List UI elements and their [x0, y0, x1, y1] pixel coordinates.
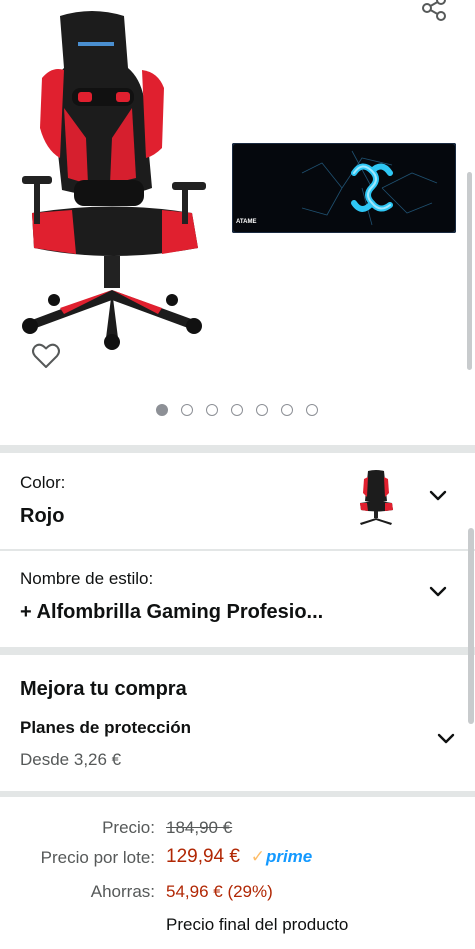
- final-price-note: Precio final del producto: [166, 915, 349, 934]
- list-price-value: 184,90 €: [166, 818, 233, 837]
- deal-price-label: Precio por lote:: [40, 848, 155, 867]
- carousel-dot[interactable]: [156, 404, 168, 416]
- list-price-row: Precio: 184,90 €: [0, 818, 475, 842]
- prime-check-icon: ✓: [250, 847, 265, 866]
- carousel-dot[interactable]: [206, 404, 218, 416]
- mousepad-image[interactable]: ATAME: [232, 143, 456, 233]
- chevron-down-icon[interactable]: [436, 732, 456, 746]
- savings-row: Ahorras: 54,96 € (29%): [0, 882, 475, 906]
- style-value: + Alfombrilla Gaming Profesio...: [20, 601, 324, 623]
- protection-plan-title[interactable]: Planes de protección: [20, 718, 191, 738]
- image-carousel-dots[interactable]: [156, 404, 318, 416]
- mousepad-logo-text: ATAME: [236, 219, 256, 225]
- carousel-dot[interactable]: [256, 404, 268, 416]
- carousel-dot[interactable]: [306, 404, 318, 416]
- section-divider: [0, 791, 475, 797]
- style-label: Nombre de estilo:: [20, 569, 154, 588]
- protection-plan-price: Desde 3,26 €: [20, 750, 122, 769]
- savings-value: 54,96 € (29%): [166, 882, 273, 901]
- share-icon[interactable]: [420, 0, 448, 22]
- color-value: Rojo: [20, 505, 65, 527]
- prime-badge-text: prime: [265, 847, 313, 866]
- section-divider: [0, 647, 475, 655]
- style-selector[interactable]: Nombre de estilo: + Alfombrilla Gaming P…: [0, 551, 475, 647]
- section-divider: [0, 445, 475, 453]
- color-selector[interactable]: Color: Rojo: [0, 453, 475, 549]
- carousel-dot[interactable]: [281, 404, 293, 416]
- chair-thumbnail-image: [360, 470, 393, 525]
- list-price-label: Precio:: [102, 818, 155, 837]
- carousel-dot[interactable]: [231, 404, 243, 416]
- product-image-gallery[interactable]: ATAME: [0, 0, 475, 445]
- upgrade-title: Mejora tu compra: [20, 678, 187, 700]
- chevron-down-icon[interactable]: [428, 585, 448, 599]
- carousel-dot[interactable]: [181, 404, 193, 416]
- color-label: Color:: [20, 473, 66, 492]
- page-scrollbar[interactable]: [468, 528, 474, 724]
- heart-outline-icon[interactable]: [30, 340, 62, 372]
- prime-badge: ✓ prime: [251, 847, 313, 867]
- gaming-chair-image[interactable]: [12, 8, 212, 353]
- savings-label: Ahorras:: [90, 882, 155, 901]
- chevron-down-icon[interactable]: [428, 489, 448, 503]
- image-scrollbar[interactable]: [467, 172, 472, 370]
- deal-price-value: 129,94 €: [166, 846, 240, 867]
- deal-price-row: Precio por lote: 129,94 € ✓ prime: [0, 846, 475, 871]
